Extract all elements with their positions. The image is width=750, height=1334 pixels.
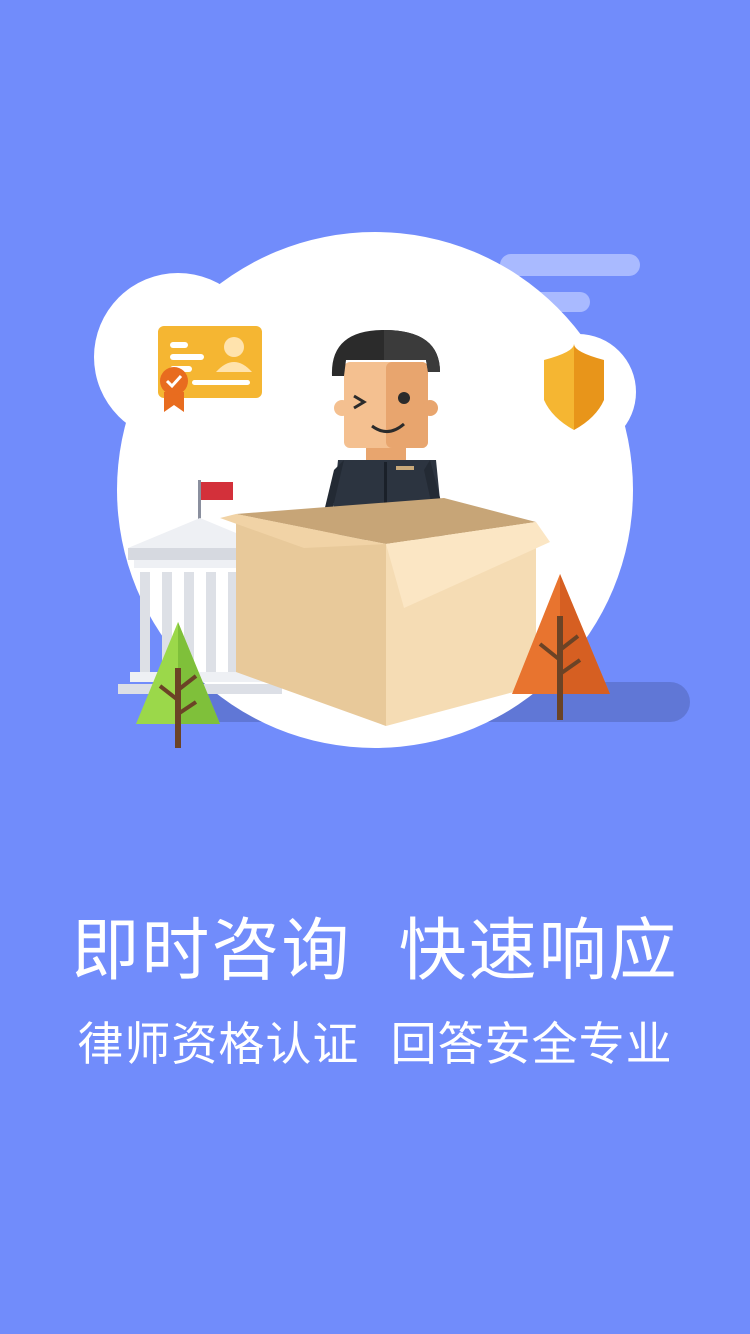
onboarding-subtitle: 律师资格认证 回答安全专业	[77, 1017, 673, 1071]
hero-illustration	[94, 232, 690, 748]
onboarding-screen[interactable]: 即时咨询 快速响应 律师资格认证 回答安全专业	[0, 0, 750, 1334]
flag	[201, 482, 233, 500]
onboarding-title: 即时咨询 快速响应	[71, 912, 679, 991]
